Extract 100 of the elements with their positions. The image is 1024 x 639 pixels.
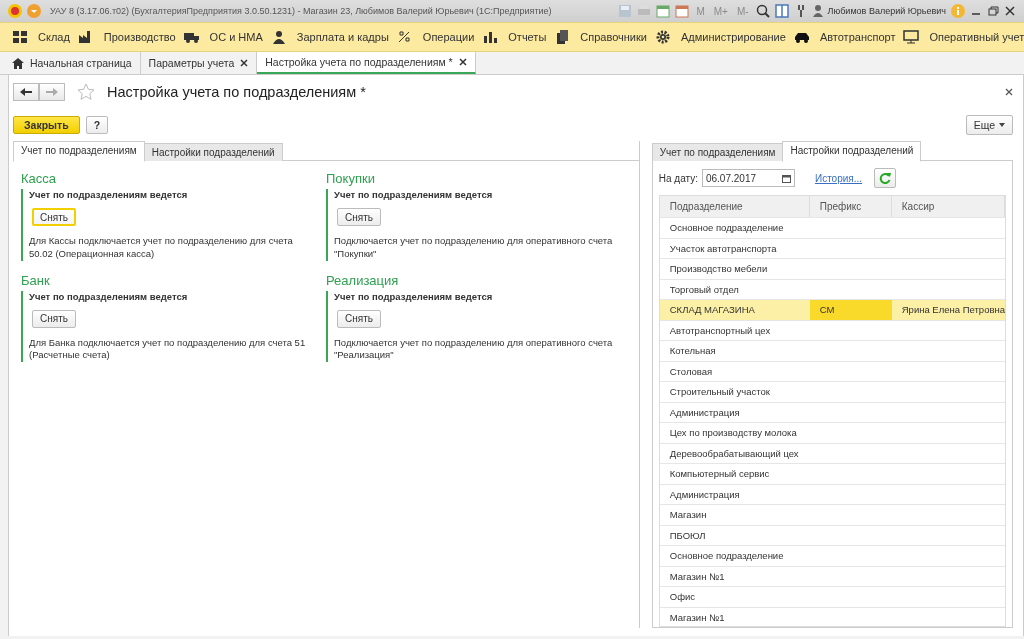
star-icon[interactable] [77,83,95,101]
refresh-icon [879,172,892,184]
open-tab[interactable]: Настройка учета по подразделениям * [257,52,476,74]
table-row[interactable]: Строительный участок [659,382,1005,403]
table-cell-text: Участок автотранспорта [668,241,778,256]
remove-button[interactable]: Снять [337,309,381,328]
table-cell-text: СКЛАД МАГАЗИНА [668,303,756,318]
table-row[interactable]: ПБОЮЛ [659,525,1005,546]
table-row[interactable]: Деревообрабатывающий цех [659,443,1005,464]
close-icon[interactable] [1005,88,1013,96]
panel-tab[interactable]: Учет по подразделениям [651,143,784,161]
table-row[interactable]: Котельная [659,341,1005,362]
table-cell-text: Строительный участок [668,385,771,400]
table-row[interactable]: Цех по производству молока [659,423,1005,444]
tab-label: Параметры учета [148,57,235,69]
column-header[interactable]: Кассир [891,196,1005,217]
section-item[interactable]: Отчеты [478,30,551,44]
section-item[interactable]: Склад [8,30,74,44]
date-field[interactable]: 06.07.2017 [701,169,795,187]
user-name[interactable]: Любимов Валерий Юрьевич [827,6,946,16]
remove-button[interactable]: Снять [32,208,76,226]
more-button[interactable]: Еще [965,115,1013,135]
close-icon[interactable] [458,58,467,66]
section-item[interactable]: Зарплата и кадры [266,30,393,44]
panel-icon[interactable] [774,4,789,18]
note-text: Подключается учет по подразделению для оперативного счета "Покупки" [334,235,614,261]
table-cell-text: Столовая [668,364,714,379]
tab-label: Настройка учета по подразделениям * [265,56,453,68]
form-tab[interactable]: Учет по подразделениям [13,141,145,162]
section-item[interactable]: Администрирование [650,30,790,44]
help-button[interactable]: ? [85,116,109,134]
table-row[interactable]: Администрация [659,484,1005,505]
section-item[interactable]: Производство [73,30,180,44]
table-row[interactable]: Производство мебели [659,259,1005,280]
section-item[interactable]: ОС и НМА [179,30,267,44]
status-text: Учет по подразделениям ведется [29,189,189,200]
table-cell-text: Магазин №1 [668,569,726,584]
table-cell-text: Администрация [668,487,741,502]
restore-icon[interactable] [987,5,999,17]
section-item[interactable]: Оперативный учет [899,30,1024,44]
table-cell-text: Ярина Елена Петровна [900,303,1005,318]
calendar-icon[interactable] [675,4,690,18]
table-row[interactable]: СКЛАД МАГАЗИНА СМ Ярина Елена Петровна [659,300,1005,321]
close-icon[interactable] [1004,5,1016,17]
app-logo-icon [8,4,22,18]
zoom-icon[interactable] [755,4,770,18]
left-arrow-icon [20,87,32,97]
column-header[interactable]: Подразделение [659,196,810,217]
close-icon[interactable] [240,59,249,67]
remove-button[interactable]: Снять [337,208,381,226]
close-button[interactable]: Закрыть [13,116,80,134]
table-row[interactable]: Магазин №1 [659,566,1005,587]
section-item[interactable]: Автотранспорт [789,30,900,44]
status-text: Учет по подразделениям ведется [29,290,189,302]
grid-icon [12,30,28,44]
calendar-icon[interactable] [781,173,791,183]
group-title: Покупки [326,171,376,186]
status-text: Учет по подразделениям ведется [334,189,494,200]
home-icon [12,57,24,69]
table-cell-text: Основное подразделение [668,549,785,564]
table-cell-text: Цех по производству молока [668,426,798,441]
table-row[interactable]: Автотранспортный цех [659,320,1005,341]
refresh-button[interactable] [874,168,897,188]
section-item[interactable]: Справочники [550,30,651,44]
table-row[interactable]: Столовая [659,361,1005,382]
table-cell: СМ [809,300,892,320]
window-title: УАУ 8 (3.17.06.т02) (БухгалтерияПредприятия 3.0.50.1231) - Магазин 23, Любимов Валерий Юрьевич (1С:Предприятие) [50,6,552,16]
table-cell-text: Автотранспортный цех [668,323,772,338]
truck-icon [183,30,200,44]
table-cell-text: Магазин [668,508,708,523]
table-row[interactable]: Магазин [659,505,1005,526]
table-cell-text: Котельная [668,344,717,359]
table-cell-text: Деревообрабатывающий цех [668,446,800,461]
right-arrow-icon [46,87,58,97]
column-header[interactable]: Префикс [809,196,892,217]
back-button[interactable] [13,83,39,101]
table-row[interactable]: Основное подразделение [659,218,1005,239]
group-title: Банк [21,272,51,288]
open-tab[interactable]: Начальная страница [4,52,141,74]
group-title: Касса [21,171,58,186]
form-title: Настройка учета по подразделениям * [107,84,366,100]
table-row[interactable]: Участок автотранспорта [659,238,1005,259]
table-row[interactable]: Офис [659,587,1005,608]
table-row[interactable]: Магазин №1 [659,607,1005,626]
table-cell-text: Магазин №1 [668,610,726,625]
history-link[interactable]: История... [814,172,863,184]
panel-tab[interactable]: Настройки подразделений [782,141,922,162]
table-cell-text: Производство мебели [668,262,769,277]
car-icon [793,30,810,44]
form-tab[interactable]: Настройки подразделений [143,143,283,161]
books-icon [554,30,571,44]
bar-chart-icon [482,30,499,44]
note-text: Для Кассы подключается учет по подразделению для счета 50.02 (Операционная касса) [29,235,294,261]
section-item[interactable]: Операции [392,30,479,44]
table-row[interactable]: Основное подразделение [659,546,1005,567]
remove-button[interactable]: Снять [32,309,76,328]
note-text: Подключается учет по подразделению для оперативного счета "Реализация" [334,336,614,363]
table-cell-text: Офис [668,590,696,605]
table-row[interactable]: Администрация [659,402,1005,423]
table-row[interactable]: Компьютерный сервис [659,464,1005,485]
